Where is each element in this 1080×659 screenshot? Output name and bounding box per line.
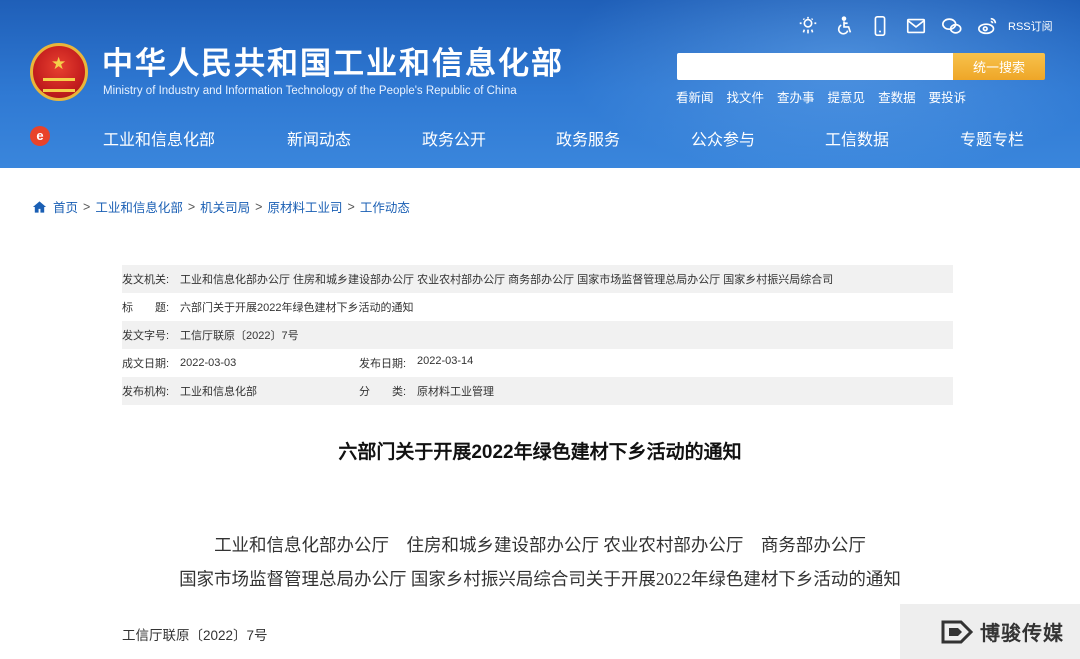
- meta-row-title: 标 题: 六部门关于开展2022年绿色建材下乡活动的通知: [122, 293, 953, 321]
- emblem-base: [43, 78, 75, 92]
- accessibility-icon[interactable]: [826, 12, 862, 40]
- nav-item-news[interactable]: 新闻动态: [287, 126, 351, 150]
- home-icon[interactable]: [32, 200, 47, 214]
- article-title: 六部门关于开展2022年绿色建材下乡活动的通知: [338, 442, 742, 463]
- wechat-icon[interactable]: [934, 12, 970, 40]
- meta-label: 发文机关:: [122, 274, 170, 286]
- meta-label: 发布机构:: [122, 386, 170, 398]
- nav-item-services[interactable]: 政务服务: [556, 126, 620, 150]
- breadcrumb-home[interactable]: 首页: [53, 197, 78, 216]
- quick-link-data[interactable]: 查数据: [878, 87, 916, 106]
- nav-item-topics[interactable]: 专题专栏: [960, 126, 1024, 150]
- article-intro-line: 国家市场监督管理总局办公厅 国家乡村振兴局综合司关于开展2022年绿色建材下乡活…: [179, 569, 901, 589]
- meta-row-dates: 成文日期: 2022-03-03 发布日期: 2022-03-14: [122, 349, 953, 377]
- watermark: 博骏传媒: [900, 604, 1080, 659]
- breadcrumb-separator: >: [347, 199, 355, 214]
- weather-icon[interactable]: [790, 12, 826, 40]
- meta-row-agency: 发布机构: 工业和信息化部 分 类: 原材料工业管理: [122, 377, 953, 405]
- meta-row-docno: 发文字号: 工信厅联原〔2022〕7号: [122, 321, 953, 349]
- meta-value: 原材料工业管理: [417, 386, 494, 398]
- quick-link-news[interactable]: 看新闻: [676, 87, 714, 106]
- meta-col2: 发布日期: 2022-03-14: [359, 355, 473, 371]
- quick-link-complaint[interactable]: 要投诉: [929, 87, 967, 106]
- watermark-text: 博骏传媒: [980, 623, 1064, 645]
- article-intro-line: 工业和信息化部办公厅 住房和城乡建设部办公厅 农业农村部办公厅 商务部办公厅: [214, 535, 866, 555]
- site-header: ★ 中华人民共和国工业和信息化部 Ministry of Industry an…: [0, 0, 1080, 168]
- breadcrumb-separator: >: [187, 199, 196, 214]
- main-nav: 工业和信息化部 新闻动态 政务公开 政务服务 公众参与 工信数据 专题专栏: [0, 120, 1080, 154]
- breadcrumb: 首页 > 工业和信息化部 > 机关司局 > 原材料工业司 > 工作动态: [32, 197, 410, 216]
- site-title[interactable]: 中华人民共和国工业和信息化部: [102, 47, 564, 81]
- unified-search-button[interactable]: 统一搜索: [953, 53, 1045, 80]
- quick-link-files[interactable]: 找文件: [727, 87, 765, 106]
- meta-label: 分 类:: [359, 386, 407, 398]
- watermark-logo-icon: [941, 620, 974, 643]
- top-toolbar: RSS订阅: [790, 12, 1053, 40]
- meta-label: 标 题:: [122, 302, 170, 314]
- nav-item-participation[interactable]: 公众参与: [691, 126, 755, 150]
- site-title-english: Ministry of Industry and Information Tec…: [103, 85, 517, 97]
- quick-link-feedback[interactable]: 提意见: [828, 87, 866, 106]
- breadcrumb-work-news[interactable]: 工作动态: [360, 197, 410, 216]
- breadcrumb-raw-materials[interactable]: 原材料工业司: [267, 197, 342, 216]
- meta-label: 成文日期:: [122, 358, 170, 370]
- nav-item-data[interactable]: 工信数据: [825, 126, 889, 150]
- search-input[interactable]: [677, 53, 953, 80]
- meta-value: 六部门关于开展2022年绿色建材下乡活动的通知: [180, 302, 414, 314]
- meta-value: 2022-03-14: [417, 355, 474, 367]
- rss-link[interactable]: RSS订阅: [1008, 18, 1053, 34]
- emblem-star-icon: ★: [51, 54, 67, 73]
- meta-label: 发布日期:: [359, 358, 407, 370]
- article-doc-number: 工信厅联原〔2022〕7号: [122, 628, 268, 643]
- meta-value: 工信厅联原〔2022〕7号: [180, 330, 299, 342]
- breadcrumb-miit[interactable]: 工业和信息化部: [95, 197, 183, 216]
- meta-value: 2022-03-03: [180, 357, 237, 369]
- breadcrumb-separator: >: [83, 199, 91, 214]
- breadcrumb-departments[interactable]: 机关司局: [200, 197, 250, 216]
- national-emblem-logo[interactable]: ★: [30, 43, 88, 101]
- nav-item-miit[interactable]: 工业和信息化部: [103, 126, 215, 150]
- weibo-icon[interactable]: [970, 12, 1006, 40]
- nav-item-public-affairs[interactable]: 政务公开: [422, 126, 486, 150]
- meta-label: 发文字号:: [122, 330, 170, 342]
- meta-row-issuer: 发文机关: 工业和信息化部办公厅 住房和城乡建设部办公厅 农业农村部办公厅 商务…: [122, 265, 953, 293]
- mail-icon[interactable]: [898, 12, 934, 40]
- quick-links: 看新闻 找文件 查办事 提意见 查数据 要投诉: [676, 87, 979, 106]
- mobile-icon[interactable]: [862, 12, 898, 40]
- meta-value: 工业和信息化部: [180, 386, 257, 398]
- quick-link-services[interactable]: 查办事: [777, 87, 815, 106]
- meta-value: 工业和信息化部办公厅 住房和城乡建设部办公厅 农业农村部办公厅 商务部办公厅 国…: [180, 274, 834, 286]
- meta-col2: 分 类: 原材料工业管理: [359, 383, 494, 399]
- document-meta-table: 发文机关: 工业和信息化部办公厅 住房和城乡建设部办公厅 农业农村部办公厅 商务…: [122, 265, 953, 405]
- breadcrumb-separator: >: [255, 199, 263, 214]
